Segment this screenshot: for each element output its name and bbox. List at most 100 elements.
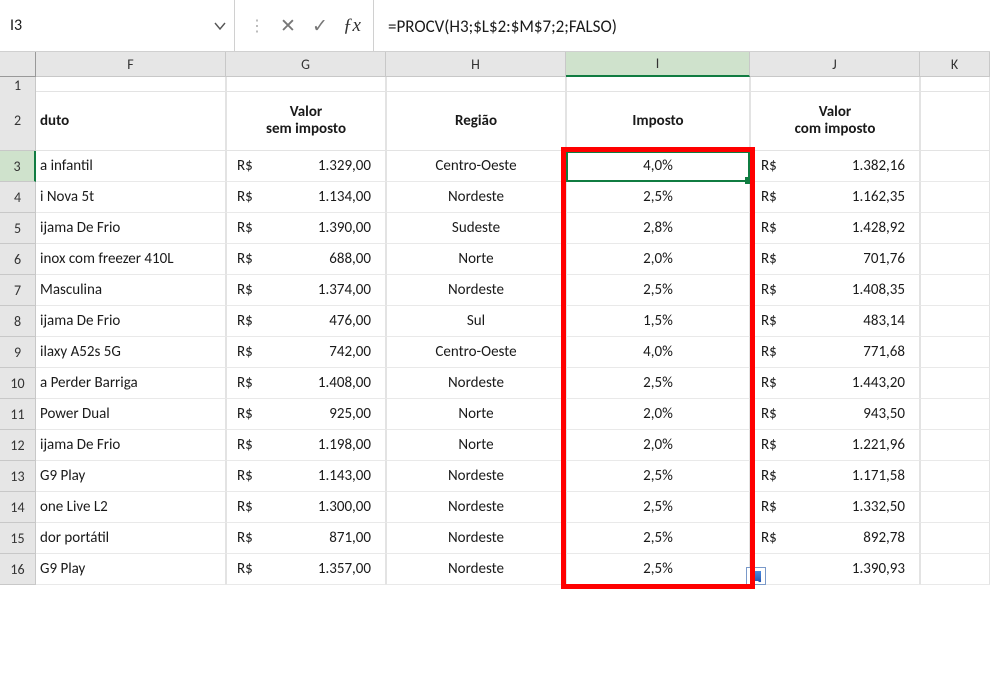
cell-F9[interactable]: ilaxy A52s 5G bbox=[36, 337, 226, 368]
cell-H6[interactable]: Norte bbox=[386, 244, 566, 275]
autofill-options-button[interactable]: ▪ bbox=[746, 567, 766, 585]
select-all-corner[interactable] bbox=[0, 52, 36, 77]
cell-F10[interactable]: a Perder Barriga bbox=[36, 368, 226, 399]
cell-F6[interactable]: inox com freezer 410L bbox=[36, 244, 226, 275]
cell-H11[interactable]: Norte bbox=[386, 399, 566, 430]
cell-G6[interactable]: R$688,00 bbox=[226, 244, 386, 275]
cell-J12[interactable]: R$1.221,96 bbox=[750, 430, 920, 461]
cell-H10[interactable]: Nordeste bbox=[386, 368, 566, 399]
cell-I13[interactable]: 2,5% bbox=[566, 461, 750, 492]
header-valor-com-imposto[interactable]: Valor com imposto bbox=[750, 91, 920, 151]
name-box[interactable]: I3 bbox=[0, 4, 206, 48]
cell-H13[interactable]: Nordeste bbox=[386, 461, 566, 492]
cell-I11[interactable]: 2,0% bbox=[566, 399, 750, 430]
row-header-12[interactable]: 12 bbox=[0, 430, 36, 461]
cell-K6[interactable] bbox=[920, 244, 990, 275]
row-header-13[interactable]: 13 bbox=[0, 461, 36, 492]
cell-G5[interactable]: R$1.390,00 bbox=[226, 213, 386, 244]
cell-J16[interactable]: 1.390,93 bbox=[750, 554, 920, 585]
row-header-5[interactable]: 5 bbox=[0, 213, 36, 244]
cell-H4[interactable]: Nordeste bbox=[386, 182, 566, 213]
cell-F14[interactable]: one Live L2 bbox=[36, 492, 226, 523]
cell-F3[interactable]: a infantil bbox=[36, 151, 226, 182]
cell-G13[interactable]: R$1.143,00 bbox=[226, 461, 386, 492]
cell-F13[interactable]: G9 Play bbox=[36, 461, 226, 492]
cell-I6[interactable]: 2,0% bbox=[566, 244, 750, 275]
cell-J9[interactable]: R$771,68 bbox=[750, 337, 920, 368]
cell-J7[interactable]: R$1.408,35 bbox=[750, 275, 920, 306]
cancel-formula-button[interactable]: ✕ bbox=[273, 6, 303, 46]
cell-K5[interactable] bbox=[920, 213, 990, 244]
cell-H5[interactable]: Sudeste bbox=[386, 213, 566, 244]
cell-G16[interactable]: R$1.357,00 bbox=[226, 554, 386, 585]
cell-I7[interactable]: 2,5% bbox=[566, 275, 750, 306]
cell-H8[interactable]: Sul bbox=[386, 306, 566, 337]
col-header-G[interactable]: G bbox=[226, 52, 386, 77]
header-produto[interactable]: duto bbox=[36, 91, 226, 151]
insert-function-button[interactable]: ƒx bbox=[337, 6, 367, 46]
formula-bar-input[interactable]: =PROCV(H3;$L$2:$M$7;2;FALSO) bbox=[374, 0, 990, 52]
cell-F11[interactable]: Power Dual bbox=[36, 399, 226, 430]
cell-K2[interactable] bbox=[920, 91, 990, 151]
cell-I15[interactable]: 2,5% bbox=[566, 523, 750, 554]
col-header-F[interactable]: F bbox=[36, 52, 226, 77]
cell-I4[interactable]: 2,5% bbox=[566, 182, 750, 213]
cell-K16[interactable] bbox=[920, 554, 990, 585]
cell-J6[interactable]: R$701,76 bbox=[750, 244, 920, 275]
row-header-3[interactable]: 3 bbox=[0, 151, 36, 182]
cell-F15[interactable]: dor portátil bbox=[36, 523, 226, 554]
cell-I14[interactable]: 2,5% bbox=[566, 492, 750, 523]
cell-K10[interactable] bbox=[920, 368, 990, 399]
accept-formula-button[interactable]: ✓ bbox=[305, 6, 335, 46]
cell-I12[interactable]: 2,0% bbox=[566, 430, 750, 461]
cell-J10[interactable]: R$1.443,20 bbox=[750, 368, 920, 399]
cell-J11[interactable]: R$943,50 bbox=[750, 399, 920, 430]
row-header-6[interactable]: 6 bbox=[0, 244, 36, 275]
cell-K11[interactable] bbox=[920, 399, 990, 430]
header-valor-sem-imposto[interactable]: Valor sem imposto bbox=[226, 91, 386, 151]
cell-J14[interactable]: R$1.332,50 bbox=[750, 492, 920, 523]
cell-K3[interactable] bbox=[920, 151, 990, 182]
header-imposto[interactable]: Imposto bbox=[566, 91, 750, 151]
cell-G9[interactable]: R$742,00 bbox=[226, 337, 386, 368]
row-header-11[interactable]: 11 bbox=[0, 399, 36, 430]
cell-H14[interactable]: Nordeste bbox=[386, 492, 566, 523]
cell-F8[interactable]: ijama De Frio bbox=[36, 306, 226, 337]
cell-F16[interactable]: G9 Play bbox=[36, 554, 226, 585]
cell-G8[interactable]: R$476,00 bbox=[226, 306, 386, 337]
cell-G12[interactable]: R$1.198,00 bbox=[226, 430, 386, 461]
cell-I5[interactable]: 2,8% bbox=[566, 213, 750, 244]
col-header-I[interactable]: I bbox=[566, 52, 750, 77]
row-header-7[interactable]: 7 bbox=[0, 275, 36, 306]
cell-I9[interactable]: 4,0% bbox=[566, 337, 750, 368]
cell-H3[interactable]: Centro-Oeste bbox=[386, 151, 566, 182]
row-header-15[interactable]: 15 bbox=[0, 523, 36, 554]
spreadsheet-grid[interactable]: F G H I J K 1 2 duto Valor sem imposto R… bbox=[0, 52, 990, 585]
cell-K9[interactable] bbox=[920, 337, 990, 368]
cell-G10[interactable]: R$1.408,00 bbox=[226, 368, 386, 399]
cell-F5[interactable]: ijama De Frio bbox=[36, 213, 226, 244]
row-header-4[interactable]: 4 bbox=[0, 182, 36, 213]
row-header-16[interactable]: 16 bbox=[0, 554, 36, 585]
cell-H16[interactable]: Nordeste bbox=[386, 554, 566, 585]
row-header-2[interactable]: 2 bbox=[0, 91, 36, 151]
cell-I8[interactable]: 1,5% bbox=[566, 306, 750, 337]
cell-F12[interactable]: ijama De Frio bbox=[36, 430, 226, 461]
row-header-10[interactable]: 10 bbox=[0, 368, 36, 399]
row-header-14[interactable]: 14 bbox=[0, 492, 36, 523]
row-header-8[interactable]: 8 bbox=[0, 306, 36, 337]
col-header-K[interactable]: K bbox=[920, 52, 990, 77]
cell-F4[interactable]: i Nova 5t bbox=[36, 182, 226, 213]
cell-J8[interactable]: R$483,14 bbox=[750, 306, 920, 337]
name-box-dropdown[interactable] bbox=[206, 4, 234, 48]
cell-J13[interactable]: R$1.171,58 bbox=[750, 461, 920, 492]
cell-G15[interactable]: R$871,00 bbox=[226, 523, 386, 554]
cell-K4[interactable] bbox=[920, 182, 990, 213]
col-header-H[interactable]: H bbox=[386, 52, 566, 77]
cell-K7[interactable] bbox=[920, 275, 990, 306]
cell-I16[interactable]: 2,5% bbox=[566, 554, 750, 585]
cell-G7[interactable]: R$1.374,00 bbox=[226, 275, 386, 306]
cell-J5[interactable]: R$1.428,92 bbox=[750, 213, 920, 244]
cell-H12[interactable]: Norte bbox=[386, 430, 566, 461]
cell-G11[interactable]: R$925,00 bbox=[226, 399, 386, 430]
